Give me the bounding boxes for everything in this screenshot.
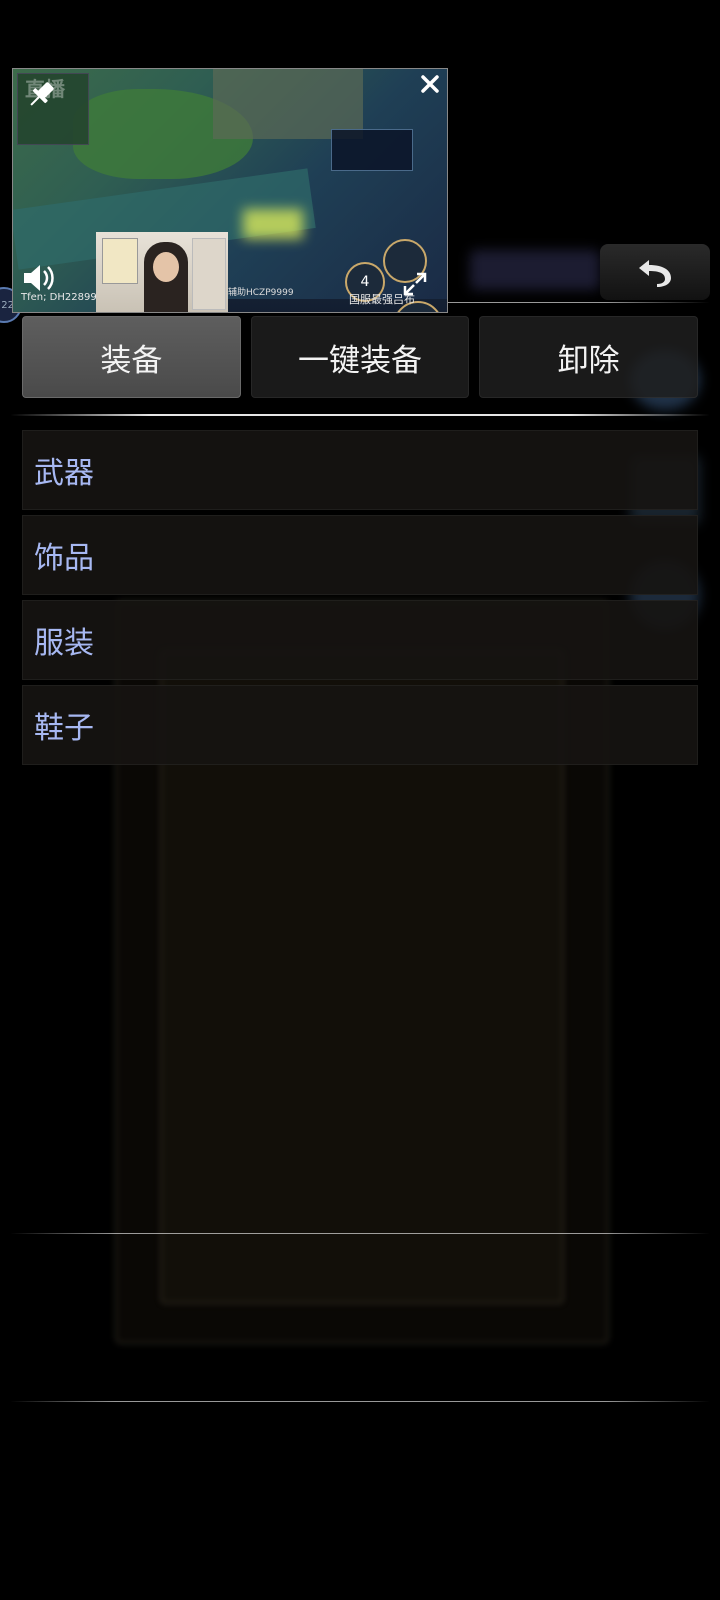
stream-hud-box bbox=[331, 129, 413, 171]
floating-stream-window[interactable]: 直播 4 2 辅助HCZP9999 Tfen; DH22899 国服最强吕布 bbox=[12, 68, 448, 313]
stream-overlay-text: 辅助HCZP9999 bbox=[228, 288, 294, 298]
category-shoes[interactable]: 鞋子 bbox=[22, 685, 698, 765]
volume-icon[interactable] bbox=[21, 262, 57, 294]
category-label: 饰品 bbox=[34, 541, 94, 576]
webcam-poster bbox=[102, 238, 138, 284]
divider-under-tabs bbox=[10, 414, 710, 416]
equipment-category-list: 武器 饰品 服装 鞋子 bbox=[22, 430, 698, 770]
expand-icon[interactable] bbox=[402, 271, 428, 297]
stream-skill-icon: 2 bbox=[313, 312, 351, 313]
back-button[interactable] bbox=[600, 244, 710, 300]
divider-bottom bbox=[10, 1401, 710, 1402]
webcam-face bbox=[153, 252, 179, 282]
webcam-shelf bbox=[192, 238, 226, 310]
category-label: 鞋子 bbox=[34, 711, 94, 746]
category-clothing[interactable]: 服装 bbox=[22, 600, 698, 680]
equipment-tabs: 装备 一键装备 卸除 bbox=[22, 316, 699, 398]
background-blob bbox=[470, 250, 600, 290]
streamer-webcam bbox=[96, 232, 228, 312]
category-label: 武器 bbox=[34, 456, 94, 491]
category-accessory[interactable]: 饰品 bbox=[22, 515, 698, 595]
equip-button[interactable]: 装备 bbox=[22, 316, 241, 398]
back-arrow-icon bbox=[639, 260, 671, 287]
close-icon[interactable] bbox=[415, 69, 445, 99]
category-label: 服装 bbox=[34, 626, 94, 661]
category-weapon[interactable]: 武器 bbox=[22, 430, 698, 510]
unequip-button[interactable]: 卸除 bbox=[479, 316, 699, 398]
one-click-equip-button[interactable]: 一键装备 bbox=[250, 316, 470, 398]
pin-icon[interactable] bbox=[23, 77, 59, 113]
divider-lower bbox=[10, 1233, 710, 1234]
stream-video-effect bbox=[243, 209, 303, 239]
